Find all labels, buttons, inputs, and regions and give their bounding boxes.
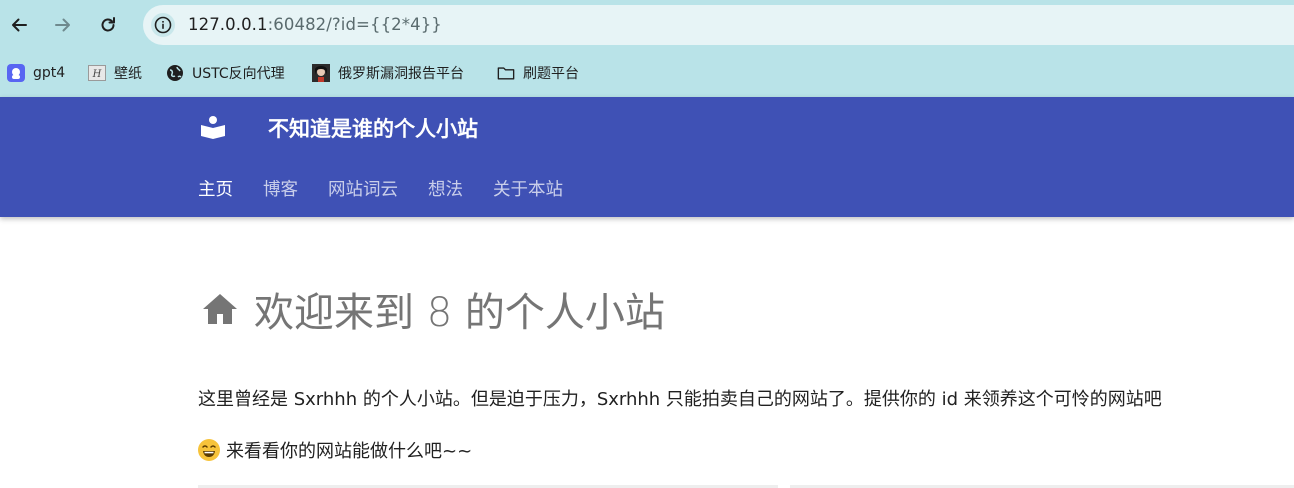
grinning-emoji-icon <box>198 439 220 461</box>
folder-icon <box>497 64 515 82</box>
page-heading: 欢迎来到 8 的个人小站 <box>254 290 665 336</box>
bookmark-practice[interactable]: 刷题平台 <box>497 62 579 84</box>
gpt4-favicon <box>7 64 25 82</box>
url-host: 127.0.0.1 <box>188 15 268 34</box>
back-button[interactable] <box>3 9 35 41</box>
forward-arrow-icon <box>55 18 70 32</box>
cta-paragraph: 来看看你的网站能做什么吧~~ <box>198 437 472 463</box>
back-arrow-icon <box>12 18 27 32</box>
intro-paragraph: 这里曾经是 Sxrhhh 的个人小站。但是迫于压力，Sxrhhh 只能拍卖自己的… <box>198 389 1162 410</box>
avatar-favicon <box>312 64 330 82</box>
address-bar[interactable]: 127.0.0.1:60482/?id={{2*4}} <box>143 5 1294 45</box>
browser-toolbar: 127.0.0.1:60482/?id={{2*4}} <box>0 0 1294 50</box>
cta-text: 来看看你的网站能做什么吧~~ <box>226 441 473 462</box>
book-reader-icon[interactable] <box>200 114 226 140</box>
bookmark-wallpaper[interactable]: H 壁纸 <box>88 62 142 84</box>
nav-blog[interactable]: 博客 <box>263 176 298 201</box>
nav-home[interactable]: 主页 <box>198 176 233 201</box>
bookmark-gpt4[interactable]: gpt4 <box>7 62 65 84</box>
forward-button[interactable] <box>47 9 79 41</box>
home-icon <box>203 294 237 324</box>
site-title[interactable]: 不知道是谁的个人小站 <box>268 113 478 143</box>
site-header: 不知道是谁的个人小站 主页 博客 网站词云 想法 关于本站 <box>0 97 1294 217</box>
bookmark-vuln-platform[interactable]: 俄罗斯漏洞报告平台 <box>312 62 464 84</box>
reload-button[interactable] <box>92 9 124 41</box>
page-title: 欢迎来到 8 的个人小站 <box>200 280 665 338</box>
bookmark-label: USTC反向代理 <box>192 66 285 82</box>
bookmark-label: 刷题平台 <box>523 66 579 82</box>
nav-wordcloud[interactable]: 网站词云 <box>328 176 398 201</box>
wallpaper-favicon: H <box>88 64 106 82</box>
url-path: :60482/?id={{2*4}} <box>267 15 442 34</box>
site-info-icon[interactable] <box>151 13 175 37</box>
bookmark-label: 壁纸 <box>114 66 142 82</box>
nav-ideas[interactable]: 想法 <box>428 176 463 201</box>
url-text[interactable]: 127.0.0.1:60482/?id={{2*4}} <box>188 15 442 34</box>
reload-icon <box>101 17 115 32</box>
bookmark-label: gpt4 <box>33 65 66 81</box>
bookmark-ustc[interactable]: USTC反向代理 <box>166 62 285 84</box>
svg-text:H: H <box>92 69 102 80</box>
bookmark-label: 俄罗斯漏洞报告平台 <box>338 66 464 82</box>
bookmarks-bar: gpt4 H 壁纸 USTC反向代理 俄罗斯漏洞报告平台 刷题平台 <box>0 50 1294 97</box>
globe-icon <box>166 64 184 82</box>
nav-about[interactable]: 关于本站 <box>493 176 563 201</box>
